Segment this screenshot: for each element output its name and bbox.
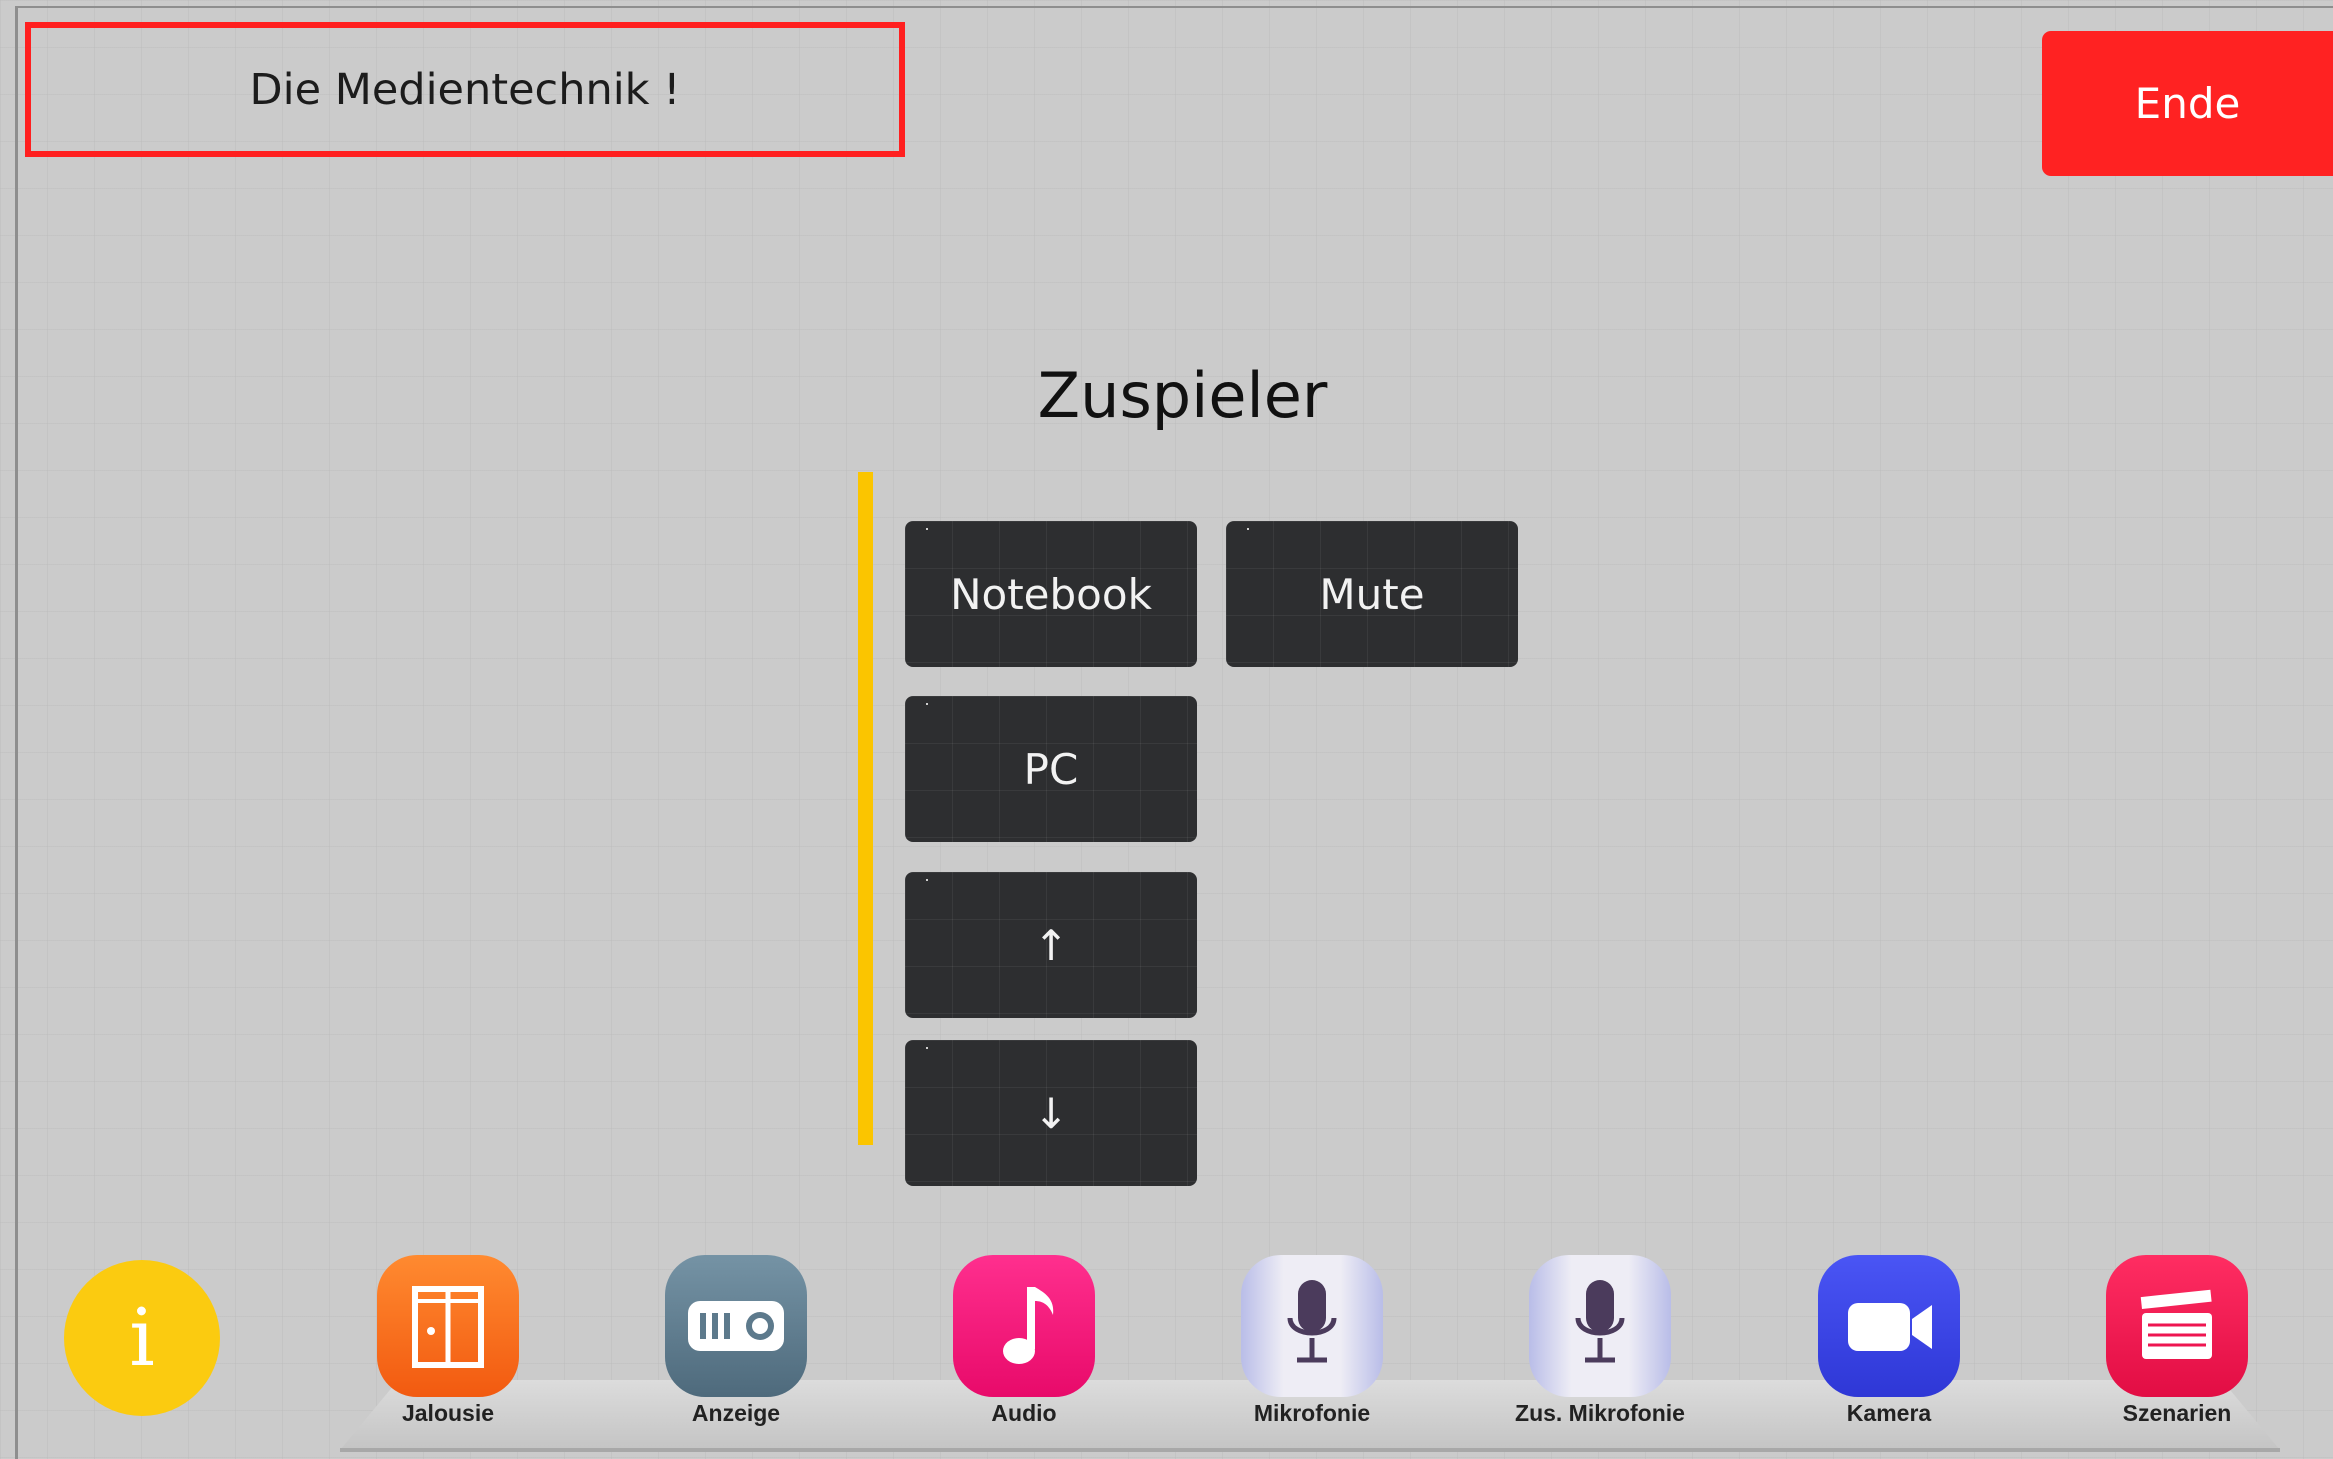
arrow-down-icon: ↓ (1033, 1088, 1069, 1138)
video-camera-icon (1818, 1255, 1960, 1397)
dock-item-anzeige[interactable]: Anzeige (636, 1255, 836, 1435)
dock-item-label: Jalousie (401, 1400, 495, 1426)
section-title-text: Zuspieler (1037, 358, 1328, 432)
dock-item-audio[interactable]: Audio (924, 1255, 1124, 1435)
down-button[interactable]: ↓ (905, 1040, 1197, 1186)
notebook-button[interactable]: Notebook (905, 521, 1197, 667)
section-accent-bar (858, 472, 873, 1145)
pc-button-label: PC (1023, 744, 1079, 794)
up-button[interactable]: ↑ (905, 872, 1197, 1018)
projector-icon (665, 1255, 807, 1397)
frame-top-border (16, 6, 2333, 8)
dock-item-jalousie[interactable]: Jalousie (348, 1255, 548, 1435)
dock-item-mikrofonie[interactable]: Mikrofonie (1212, 1255, 1412, 1435)
pc-button[interactable]: PC (905, 696, 1197, 842)
dock-shelf-edge (340, 1448, 2280, 1452)
button-corner-dot (926, 1047, 928, 1049)
microphone-icon (1241, 1255, 1383, 1397)
end-button-label: Ende (2134, 79, 2241, 128)
music-note-icon (953, 1255, 1095, 1397)
blinds-icon (377, 1255, 519, 1397)
section-title: Zuspieler (1000, 350, 1365, 440)
end-button[interactable]: Ende (2042, 31, 2333, 176)
frame-left-border (15, 6, 18, 1459)
info-icon: i (129, 1291, 155, 1384)
dock-item-label: Anzeige (691, 1400, 781, 1426)
dock-item-label: Mikrofonie (1253, 1400, 1371, 1426)
button-corner-dot (926, 528, 928, 530)
button-corner-dot (926, 703, 928, 705)
page-title: Die Medientechnik ! (25, 22, 905, 157)
dock-item-kamera[interactable]: Kamera (1789, 1255, 1989, 1435)
mute-button[interactable]: Mute (1226, 521, 1518, 667)
notebook-button-label: Notebook (950, 569, 1152, 619)
mute-button-label: Mute (1319, 569, 1425, 619)
button-corner-dot (926, 879, 928, 881)
dock-item-label: Kamera (1846, 1400, 1932, 1426)
dock-item-label: Szenarien (2122, 1400, 2232, 1426)
page-title-text: Die Medientechnik ! (249, 64, 681, 115)
button-corner-dot (1247, 528, 1249, 530)
info-button[interactable]: i (64, 1260, 220, 1416)
clapperboard-icon (2106, 1255, 2248, 1397)
dock-item-zus-mikrofonie[interactable]: Zus. Mikrofonie (1500, 1255, 1700, 1435)
dock-item-szenarien[interactable]: Szenarien (2077, 1255, 2277, 1435)
arrow-up-icon: ↑ (1033, 920, 1069, 970)
dock-item-label: Zus. Mikrofonie (1515, 1400, 1685, 1426)
microphone-icon (1529, 1255, 1671, 1397)
dock-item-label: Audio (991, 1400, 1057, 1426)
